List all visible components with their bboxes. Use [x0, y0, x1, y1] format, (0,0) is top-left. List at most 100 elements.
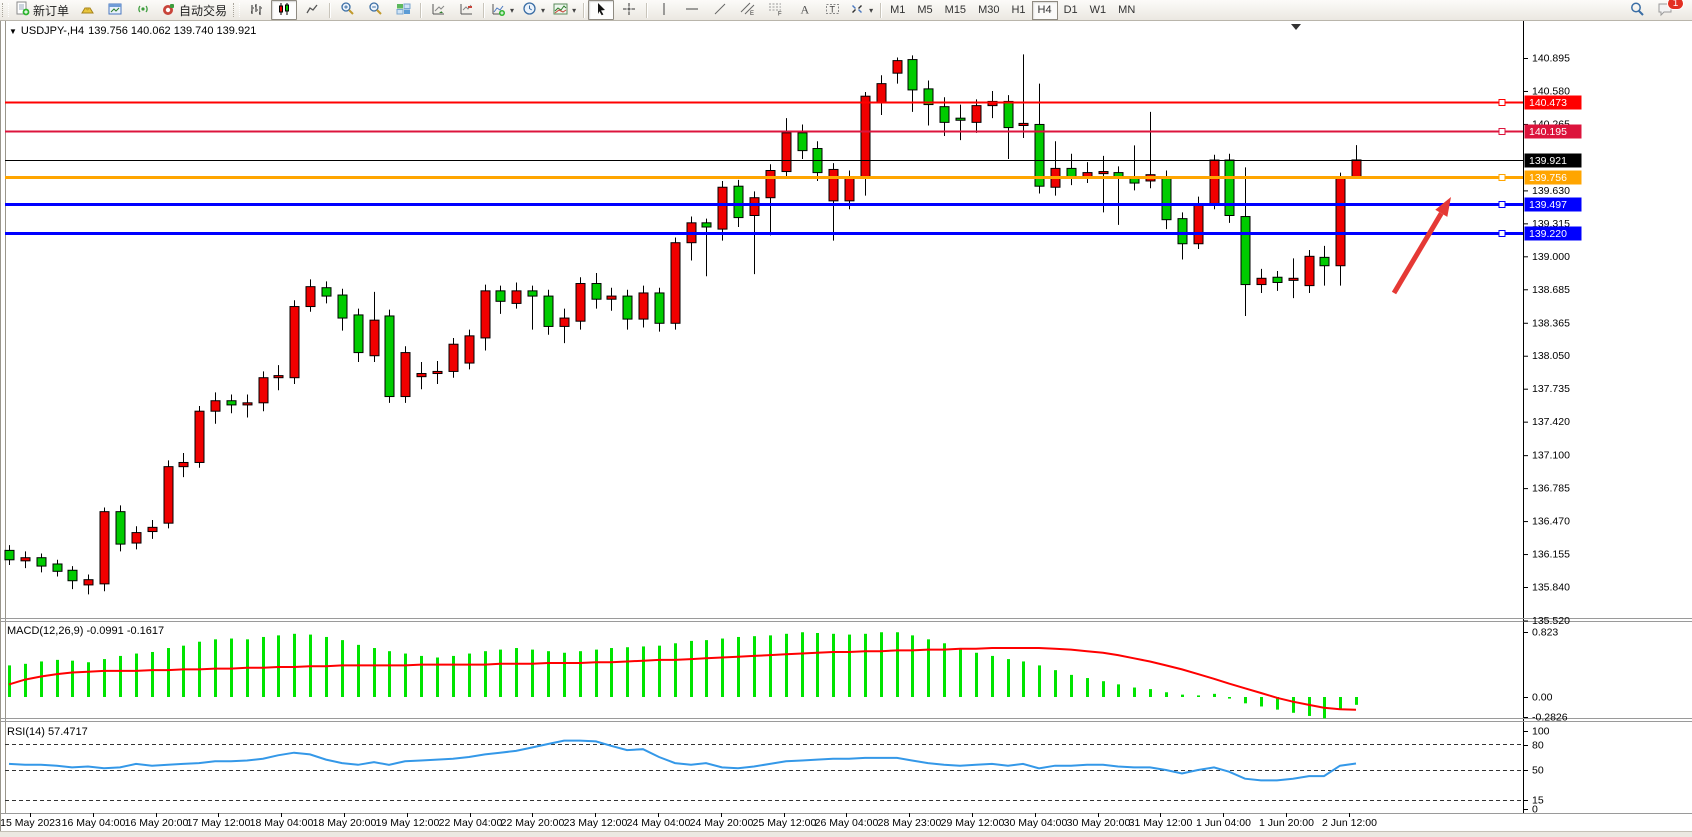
timeframe-h1[interactable]: H1 [1005, 1, 1031, 20]
arrows-button[interactable]: ▾ [847, 0, 876, 20]
candle [592, 273, 601, 309]
template-icon [553, 2, 568, 19]
periods-button[interactable]: ▾ [519, 0, 548, 20]
price-axis-label: 137.735 [1532, 383, 1570, 395]
annotation-arrow-shaft[interactable] [1394, 213, 1441, 293]
annotation-arrow-head[interactable] [1435, 197, 1451, 217]
candle [227, 394, 236, 413]
candle [306, 279, 315, 311]
search-button[interactable] [1624, 0, 1650, 20]
candle [465, 330, 474, 370]
fibonacci-icon: F [768, 1, 784, 19]
tile-windows-button[interactable] [390, 0, 416, 20]
price-chart-canvas[interactable]: 140.895140.580140.265139.630139.315139.0… [1, 21, 1692, 831]
notifications-button[interactable]: 1 [1652, 0, 1678, 20]
chart-window[interactable]: 140.895140.580140.265139.630139.315139.0… [0, 21, 1692, 831]
candlestick-chart-button[interactable] [271, 0, 297, 20]
candle [1019, 54, 1028, 138]
candle [164, 460, 173, 528]
line-handle[interactable] [1499, 129, 1505, 135]
timeframe-m1[interactable]: M1 [884, 1, 911, 20]
auto-scroll-button[interactable] [425, 0, 451, 20]
candle [1241, 167, 1250, 316]
candle [1162, 170, 1171, 229]
templates-button[interactable]: ▾ [550, 0, 579, 20]
candle [195, 406, 204, 468]
price-badge-label: 139.497 [1529, 199, 1567, 211]
toolbar-grip[interactable] [2, 3, 9, 17]
text-label-button[interactable]: T [819, 0, 845, 20]
price-axis-label: 135.520 [1532, 615, 1570, 627]
candle [290, 300, 299, 384]
line-chart-icon [305, 2, 320, 19]
fibonacci-button[interactable]: F [763, 0, 789, 20]
price-badge-label: 139.220 [1529, 228, 1567, 240]
zoom-out-button[interactable] [362, 0, 388, 20]
search-icon [1629, 1, 1645, 20]
new-order-button[interactable]: 新订单 [12, 0, 72, 20]
signals-button[interactable] [130, 0, 156, 20]
candle [877, 75, 886, 115]
horizontal-line-button[interactable] [679, 0, 705, 20]
candle [782, 118, 791, 179]
line-handle[interactable] [1499, 100, 1505, 106]
toolbar: 新订单 自动交易 [0, 0, 1692, 21]
candle [68, 566, 77, 589]
candle [671, 237, 680, 329]
zoom-in-button[interactable] [334, 0, 360, 20]
timeframe-h4[interactable]: H4 [1032, 1, 1058, 20]
candle [148, 520, 157, 539]
collapse-triangle-icon[interactable]: ▼ [9, 27, 17, 36]
timeframe-d1[interactable]: D1 [1058, 1, 1084, 20]
macd-indicator-label: MACD(12,26,9) -0.0991 -0.1617 [7, 625, 164, 637]
macd-axis-label: 0.00 [1532, 692, 1553, 704]
candle [544, 290, 553, 335]
timeframe-m30[interactable]: M30 [972, 1, 1005, 20]
line-handle[interactable] [1499, 231, 1505, 237]
trendline-button[interactable] [707, 0, 733, 20]
vertical-line-button[interactable] [651, 0, 677, 20]
svg-text:E: E [750, 11, 754, 16]
indicators-button[interactable]: ▾ [488, 0, 517, 20]
chart-window-button[interactable] [102, 0, 128, 20]
candle [1273, 271, 1282, 291]
timeframe-w1[interactable]: W1 [1084, 1, 1113, 20]
toolbar-separator [329, 3, 330, 18]
auto-trading-label: 自动交易 [179, 2, 227, 19]
time-axis-label: 30 May 04:00 [1004, 817, 1068, 829]
line-handle[interactable] [1499, 175, 1505, 181]
line-handle[interactable] [1499, 202, 1505, 208]
signal-icon [136, 2, 151, 19]
crosshair-button[interactable] [616, 0, 642, 20]
line-chart-button[interactable] [299, 0, 325, 20]
candle [988, 91, 997, 118]
bar-chart-button[interactable] [243, 0, 269, 20]
bar-chart-icon [249, 2, 264, 19]
candle [481, 285, 490, 351]
time-axis-label: 16 May 04:00 [62, 817, 126, 829]
timeframe-m5[interactable]: M5 [911, 1, 938, 20]
auto-trading-button[interactable]: 自动交易 [158, 0, 230, 20]
arrows-icon [850, 2, 865, 19]
timeframe-mn[interactable]: MN [1112, 1, 1141, 20]
candle [607, 288, 616, 311]
chart-shift-marker[interactable] [1291, 24, 1301, 30]
cursor-button[interactable] [588, 0, 614, 20]
macd-axis-label: -0.2826 [1532, 712, 1568, 724]
equidistant-channel-button[interactable]: E [735, 0, 761, 20]
chevron-down-icon: ▾ [541, 6, 545, 15]
channel-icon: E [740, 1, 756, 19]
timeframe-m15[interactable]: M15 [939, 1, 972, 20]
macd-axis-label: 0.823 [1532, 627, 1558, 639]
chart-shift-button[interactable] [453, 0, 479, 20]
market-watch-button[interactable] [74, 0, 100, 20]
tile-windows-icon [396, 2, 411, 19]
indicators-icon [491, 2, 506, 19]
candle [259, 371, 268, 411]
window-bottom-edge [0, 831, 1692, 837]
candle [385, 310, 394, 403]
toolbar-separator [583, 3, 584, 18]
toolbar-grip[interactable] [233, 3, 240, 17]
time-axis-label: 22 May 20:00 [501, 817, 565, 829]
text-button[interactable]: A [791, 0, 817, 20]
